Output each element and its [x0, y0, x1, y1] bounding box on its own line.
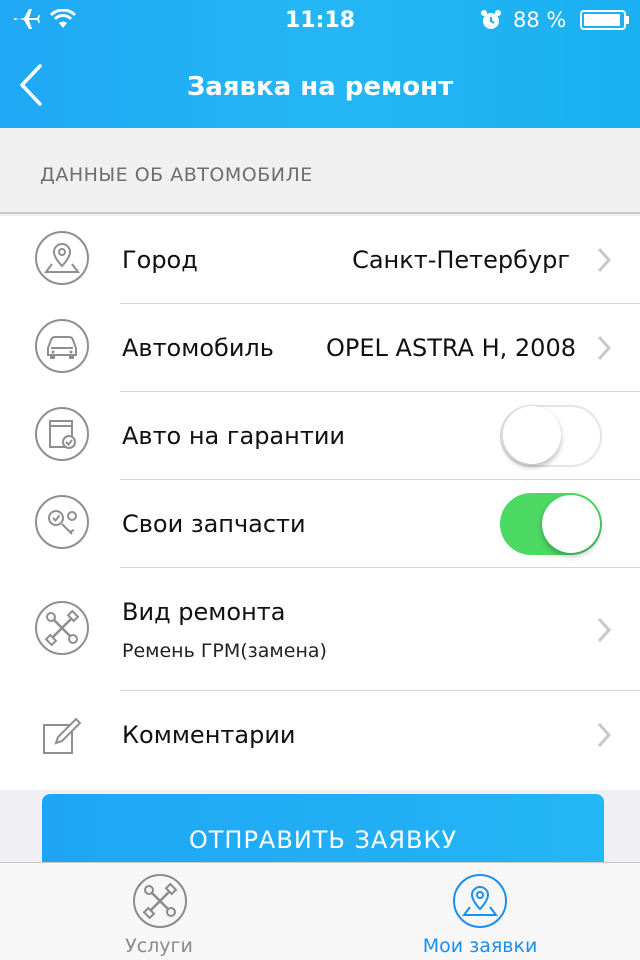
repair-type-value: Ремень ГРМ(замена) [122, 640, 327, 662]
tools-icon [35, 601, 89, 655]
tab-my-requests-label: Мои заявки [422, 935, 538, 957]
city-label: Город [122, 246, 198, 274]
chevron-right-icon [597, 335, 612, 361]
car-data-list: Город Санкт-Петербург Автомобиль OPEL AS… [0, 216, 640, 790]
repair-type-label: Вид ремонта [122, 598, 286, 626]
tools-icon [133, 874, 187, 928]
toggle-knob [542, 495, 600, 553]
section-header-label: ДАННЫЕ ОБ АВТОМОБИЛЕ [40, 164, 313, 186]
edit-icon [43, 717, 82, 754]
alarm-icon [481, 10, 501, 29]
car-icon [35, 319, 89, 373]
tab-bar: Услуги Мои заявки [0, 862, 640, 960]
header-bar: 11:18 88 % Заявка на ремонт [0, 0, 640, 128]
comments-label: Комментарии [122, 721, 296, 749]
page-title: Заявка на ремонт [186, 72, 454, 102]
chevron-right-icon [597, 722, 612, 748]
car-label: Автомобиль [122, 334, 274, 362]
tab-services[interactable]: Услуги [0, 863, 320, 960]
repair-type-row[interactable]: Вид ремонта Ремень ГРМ(замена) [0, 568, 640, 691]
own-parts-toggle[interactable] [500, 493, 602, 555]
toggle-knob [503, 406, 561, 464]
car-value: OPEL ASTRA H, 2008 [326, 334, 576, 362]
map-pin-icon [453, 874, 507, 928]
warranty-label: Авто на гарантии [122, 422, 346, 450]
chevron-right-icon [597, 617, 612, 643]
tab-services-label: Услуги [125, 935, 193, 957]
status-bar: 11:18 88 % [0, 0, 640, 40]
city-row[interactable]: Город Санкт-Петербург [0, 216, 640, 304]
own-parts-row: Свои запчасти [0, 480, 640, 568]
car-row[interactable]: Автомобиль OPEL ASTRA H, 2008 [0, 304, 640, 392]
own-parts-label: Свои запчасти [122, 510, 306, 538]
warranty-doc-icon [35, 407, 89, 461]
comments-row[interactable]: Комментарии [0, 691, 640, 783]
section-header: ДАННЫЕ ОБ АВТОМОБИЛЕ [0, 128, 640, 214]
warranty-toggle[interactable] [500, 405, 602, 467]
parts-check-icon [35, 495, 89, 549]
tab-my-requests[interactable]: Мои заявки [320, 863, 640, 960]
map-pin-icon [35, 231, 89, 285]
city-value: Санкт-Петербург [352, 246, 570, 274]
warranty-row: Авто на гарантии [0, 392, 640, 480]
battery-icon [580, 10, 629, 30]
battery-percent: 88 % [513, 8, 567, 32]
chevron-right-icon [597, 247, 612, 273]
